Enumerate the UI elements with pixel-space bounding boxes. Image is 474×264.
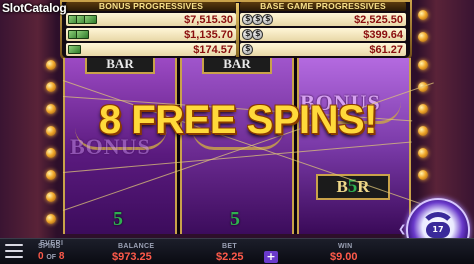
reel-2: BAR 5 [180, 57, 294, 234]
base-progressive-row: $61.27 [240, 43, 406, 56]
cash-stack-icon [68, 14, 104, 25]
watermark-text: SlotCatalog [2, 1, 67, 15]
progressive-value: $1,135.70 [184, 28, 233, 41]
bonus-progressive-row: $174.57 [66, 43, 236, 56]
spins-current: 0 [38, 251, 44, 262]
progressives-inner: BONUS PROGRESSIVES $7,515.30 $1,135.70 $… [62, 2, 410, 58]
base-progressive-row: $2,525.50 [240, 13, 406, 26]
base-game-progressives: BASE GAME PROGRESSIVES $2,525.50 $399.64… [240, 2, 406, 58]
autoplay-counter: 17 [426, 222, 450, 238]
light-bulb [46, 82, 56, 92]
light-bulb [46, 192, 56, 202]
bottom-bar: EVERI SPINS 0 OF 8 BALANCE $973.25 BET $… [0, 238, 474, 264]
progressive-value: $7,515.30 [184, 13, 233, 26]
win-value: $9.00 [330, 251, 358, 263]
green-five-symbol: 5 [113, 208, 123, 230]
progressives-divider [236, 3, 239, 57]
light-bulb [46, 214, 56, 224]
light-bulb [46, 60, 56, 70]
base-progressives-title: BASE GAME PROGRESSIVES [240, 2, 406, 11]
light-bulb [418, 126, 428, 136]
light-bulb [418, 170, 428, 180]
light-bulb [46, 148, 56, 158]
light-bulb [418, 148, 428, 158]
light-bulb [46, 104, 56, 114]
bonus-progressive-row: $7,515.30 [66, 13, 236, 26]
watermark-logo: SlotCatalog [2, 1, 67, 15]
spins-counter: 0 OF 8 [38, 251, 64, 262]
balance-label: BALANCE [118, 243, 155, 250]
progressive-value: $2,525.50 [354, 13, 403, 26]
green-five-symbol: 5 [230, 208, 240, 230]
win-label: WIN [338, 243, 353, 250]
spins-of: OF [46, 254, 57, 261]
money-bag-icon [242, 14, 278, 25]
progressive-value: $399.64 [363, 28, 403, 41]
bet-label: BET [222, 243, 237, 250]
bonus-progressives: BONUS PROGRESSIVES $7,515.30 $1,135.70 $… [66, 2, 236, 58]
light-bulb [46, 170, 56, 180]
progressive-value: $174.57 [193, 43, 233, 56]
menu-icon[interactable] [5, 244, 23, 258]
spins-label: SPINS [38, 243, 61, 250]
cash-stack-icon [68, 29, 104, 40]
light-bulb [418, 104, 428, 114]
light-bulb [46, 126, 56, 136]
bonus-progressive-row: $1,135.70 [66, 28, 236, 41]
money-bag-icon [242, 29, 278, 40]
bar-symbol: BAR [202, 57, 272, 74]
light-bulb [418, 60, 428, 70]
light-bulb [418, 10, 428, 20]
progressives-panel: BONUS PROGRESSIVES $7,515.30 $1,135.70 $… [60, 0, 412, 60]
bet-increase-button[interactable]: + [264, 251, 278, 263]
bar-symbol: BAR [85, 57, 155, 74]
balance-value: $973.25 [112, 251, 152, 263]
bet-value: $2.25 [216, 251, 244, 263]
cash-stack-icon [68, 44, 104, 55]
money-bag-icon [242, 44, 278, 55]
b5r-symbol: B5R [316, 174, 390, 200]
progressive-value: $61.27 [369, 43, 403, 56]
b5r-b: B [336, 177, 348, 196]
spins-total: 8 [58, 251, 65, 262]
bonus-progressives-title: BONUS PROGRESSIVES [66, 2, 236, 11]
base-progressive-row: $399.64 [240, 28, 406, 41]
b5r-r: R [357, 177, 370, 196]
light-bulb [418, 32, 428, 42]
free-spins-banner: 8 FREE SPINS! [98, 98, 378, 142]
